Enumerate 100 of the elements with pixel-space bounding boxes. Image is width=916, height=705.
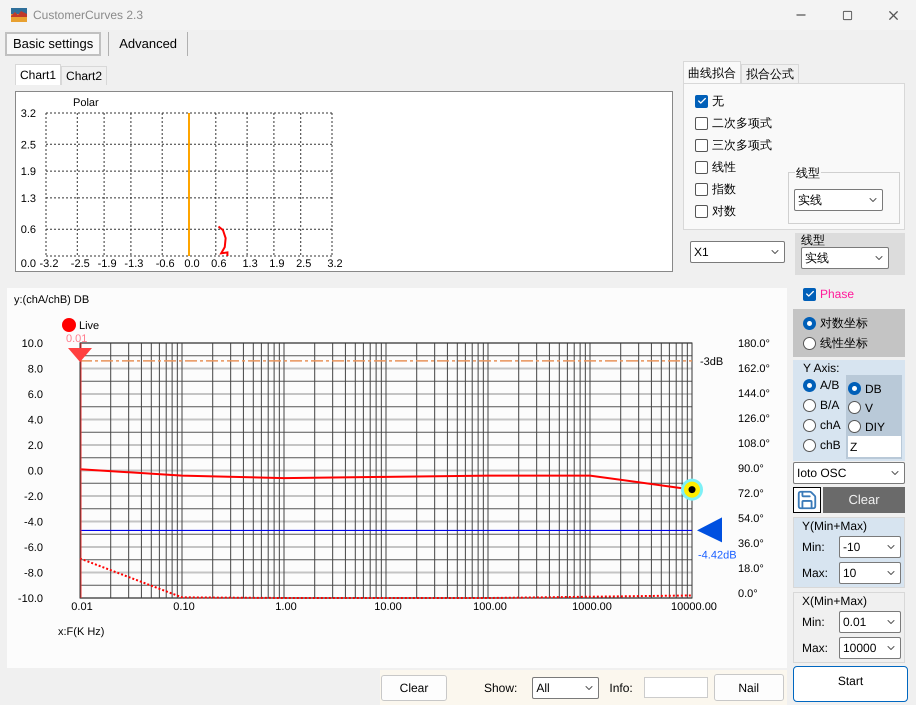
device-select[interactable]: Ioto OSC: [793, 462, 905, 484]
axis-label: 1.00: [275, 601, 297, 613]
tab[interactable]: Basic settings: [5, 32, 102, 56]
min-select[interactable]: -10: [839, 536, 901, 558]
axis-label: 0.01: [71, 601, 93, 613]
checkbox[interactable]: [695, 182, 708, 196]
line-type-select[interactable]: 实线: [801, 247, 889, 269]
axis-label: 0.6: [211, 258, 226, 270]
axis-label: 180.0°: [738, 338, 770, 350]
radio-button[interactable]: [803, 316, 816, 330]
radio-label: chB: [820, 437, 841, 454]
radio-label: DIY: [865, 418, 886, 436]
max-select[interactable]: 10: [839, 562, 901, 584]
axis-label: 10.00: [374, 601, 402, 613]
axis-label: 1000.00: [572, 601, 612, 613]
info-label: Info:: [609, 680, 633, 696]
radio-button[interactable]: [803, 398, 816, 412]
axis-label: 10.0: [22, 338, 43, 350]
axis-label: -1.9: [98, 258, 117, 270]
radio-button[interactable]: [848, 420, 861, 433]
checkbox-label: 无: [712, 93, 724, 110]
axis-label: 2.5: [20, 139, 36, 152]
axis-label: 6.0: [28, 389, 43, 401]
radio-button[interactable]: [803, 438, 816, 452]
checkbox[interactable]: [695, 160, 708, 174]
nail-button[interactable]: Nail: [714, 674, 784, 701]
checkbox-label: Phase: [820, 286, 854, 303]
axis-label: 144.0°: [738, 388, 770, 400]
axis-label: 36.0°: [738, 538, 764, 550]
custom-unit-field[interactable]: Z: [848, 436, 901, 457]
clear-button[interactable]: Clear: [823, 487, 905, 513]
cursor-marker[interactable]: [68, 348, 92, 362]
checkbox-label: 线性: [712, 159, 736, 176]
cursor-point[interactable]: [681, 478, 703, 501]
show-select[interactable]: All: [532, 676, 600, 698]
radio-label: DB: [865, 380, 882, 398]
axis-label: -8.0: [24, 568, 43, 580]
axis-label: 0.0°: [738, 588, 758, 600]
tab[interactable]: 曲线拟合: [683, 61, 741, 83]
level-label: -4.42dB: [698, 549, 737, 562]
curve-select[interactable]: X1: [690, 241, 785, 263]
info-field[interactable]: [644, 677, 708, 698]
cutoff-label: -3dB: [700, 356, 724, 368]
start-button[interactable]: Start: [793, 666, 908, 702]
live-indicator-icon: [62, 318, 76, 332]
clear-button[interactable]: Clear: [381, 674, 447, 700]
axis-label: 0.0: [20, 258, 36, 270]
tab[interactable]: Chart1: [15, 64, 62, 85]
checkbox-label: 对数: [712, 203, 736, 220]
axis-label: 3.2: [20, 108, 36, 120]
radio-button[interactable]: [848, 401, 861, 414]
radio-button[interactable]: [848, 382, 861, 395]
min-select[interactable]: 0.01: [839, 611, 901, 633]
axis-label: 90.0°: [738, 463, 764, 475]
app-logo-icon: [11, 8, 27, 22]
axis-label: 126.0°: [738, 413, 770, 425]
axis-label: 0.0: [28, 466, 43, 478]
axis-label: 1.3: [20, 192, 36, 205]
radio-button[interactable]: [803, 378, 816, 392]
range-title: Y(Min+Max): [802, 518, 868, 533]
max-select[interactable]: 10000: [839, 637, 901, 659]
y-axis-title: y:(chA/chB) DB: [14, 294, 90, 306]
tab[interactable]: Advanced: [108, 32, 188, 56]
live-label: Live: [79, 320, 100, 332]
axis-label: 100.00: [473, 601, 507, 613]
axis-label: -6.0: [24, 542, 43, 554]
line-type-label: 线型: [801, 233, 826, 247]
level-marker[interactable]: [697, 517, 722, 542]
axis-label: 0.6: [20, 224, 36, 236]
checkbox[interactable]: [695, 116, 708, 130]
radio-label: V: [865, 400, 874, 416]
checkbox[interactable]: [803, 288, 816, 300]
checkbox[interactable]: [695, 204, 708, 218]
save-button[interactable]: [793, 487, 821, 513]
axis-label: 162.0°: [738, 363, 770, 375]
radio-label: A/B: [820, 377, 840, 394]
line-type-select[interactable]: 实线: [794, 189, 883, 211]
axis-label: 2.5: [296, 258, 312, 270]
radio-button[interactable]: [803, 336, 816, 350]
radio-button[interactable]: [803, 418, 816, 432]
checkbox-label: 二次多项式: [712, 115, 772, 132]
min-label: Min:: [802, 614, 826, 631]
checkbox[interactable]: [695, 94, 708, 108]
axis-label: 1.9: [269, 258, 285, 270]
axis-label: 8.0: [28, 364, 43, 376]
radio-label: 线性坐标: [820, 335, 868, 352]
x-axis-title: x:F(K Hz): [58, 626, 104, 638]
axis-label: 72.0°: [738, 488, 764, 500]
axis-label: 3.2: [327, 258, 343, 270]
axis-label: -1.3: [124, 258, 144, 270]
tab[interactable]: Chart2: [61, 66, 108, 85]
axis-label: -4.0: [24, 516, 43, 528]
radio-label: 对数坐标: [820, 315, 868, 332]
axis-label: 10000.00: [671, 601, 717, 613]
axis-label: 4.0: [28, 414, 43, 426]
checkbox[interactable]: [695, 138, 708, 152]
radio-label: chA: [820, 417, 841, 434]
min-label: Min:: [802, 539, 826, 556]
checkbox-label: 三次多项式: [712, 137, 772, 154]
axis-label: 1.3: [242, 258, 258, 270]
